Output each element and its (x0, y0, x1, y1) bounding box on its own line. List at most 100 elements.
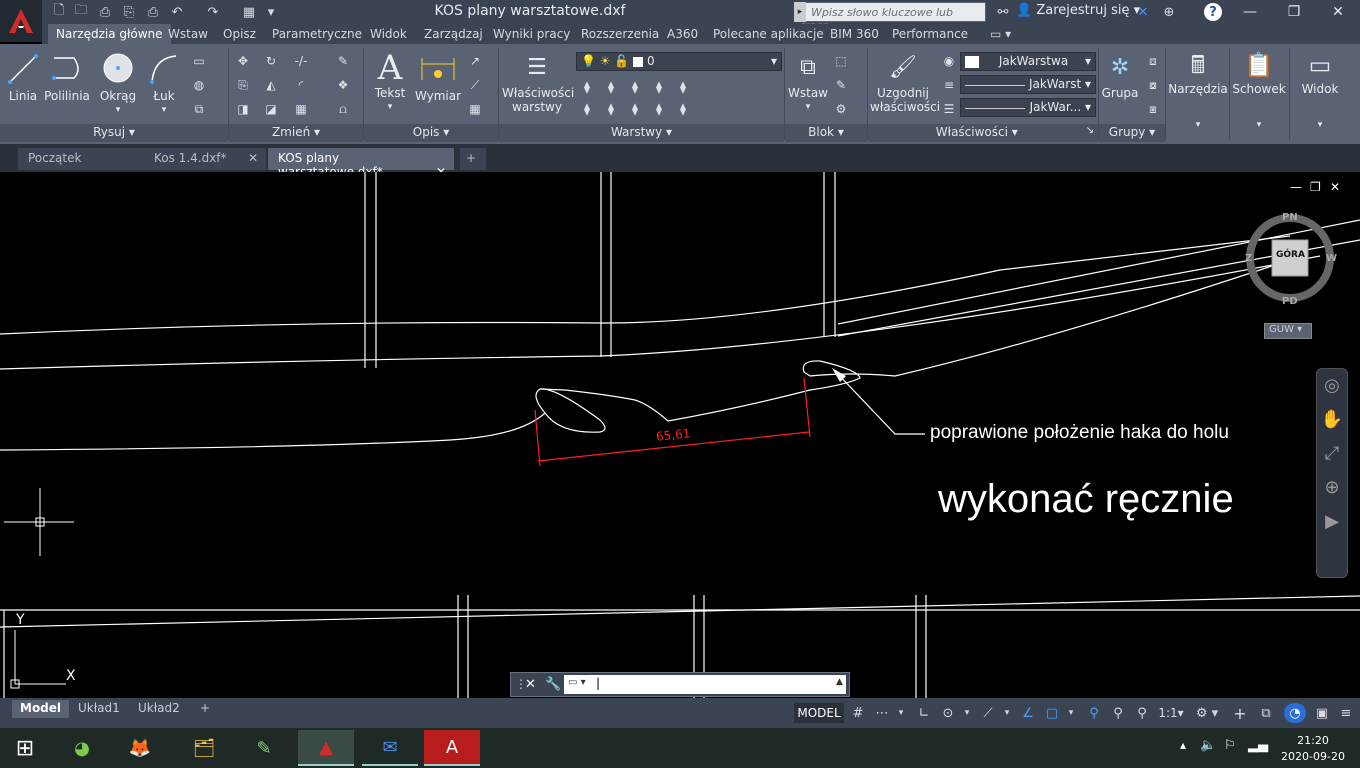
match-properties-button[interactable]: 🖌 Uzgodnij właściwości (870, 50, 940, 122)
clean-screen-icon[interactable]: ▣ (1312, 703, 1332, 723)
chevron-down-icon[interactable]: ▾ (960, 703, 974, 723)
scale-icon[interactable]: ◪ (262, 100, 280, 118)
tab-view[interactable]: Widok (370, 24, 407, 44)
group-select-icon[interactable]: ⧆ (1144, 100, 1162, 118)
rectangle-icon[interactable]: ▭ (190, 52, 208, 70)
snap-icon[interactable]: ⋯ (872, 703, 892, 723)
linetype-dropdown[interactable]: JakWarst ▾ (960, 75, 1096, 94)
new-file-icon[interactable]: 🗋 (50, 3, 68, 21)
tray-overflow-icon[interactable]: ▴ (1180, 738, 1186, 752)
layer-tool-icon[interactable]: ⧫ (674, 78, 692, 96)
tab-featured-apps[interactable]: Polecane aplikacje (713, 24, 824, 44)
object-snap-tracking-icon[interactable]: ∠ (1018, 703, 1038, 723)
panel-title-properties[interactable]: Właściwości ▾ ↘ (868, 124, 1098, 142)
panel-title-block[interactable]: Blok ▾ (785, 124, 867, 142)
grid-icon[interactable]: # (848, 703, 868, 723)
new-tab-button[interactable]: + (460, 148, 486, 170)
units-icon[interactable]: ⧉ (1256, 703, 1276, 723)
layer-tool-icon[interactable]: ⧫ (602, 100, 620, 118)
edit-block-icon[interactable]: ✎ (832, 76, 850, 94)
layer-tool-icon[interactable]: ⧫ (578, 78, 596, 96)
close-tab-icon[interactable]: ✕ (248, 151, 258, 165)
color-wheel-icon[interactable]: ◉ (940, 52, 958, 70)
workspace-icon[interactable]: ▦ (240, 3, 258, 21)
add-layout-button[interactable]: + (192, 700, 218, 718)
explode-icon[interactable]: ❖ (334, 76, 352, 94)
doc-tab-kos14[interactable]: Kos 1.4.dxf* ✕ (144, 148, 266, 170)
viewcube-top-face[interactable]: GÓRA (1276, 250, 1305, 260)
trim-icon[interactable]: -/- (292, 52, 310, 70)
layout-tab-1[interactable]: Układ1 (70, 700, 128, 718)
polyline-button[interactable]: Polilinia (44, 50, 90, 122)
doc-tab-start[interactable]: Początek (18, 148, 144, 170)
layer-properties-button[interactable]: ☰ Właściwości warstwy (502, 50, 574, 122)
customization-menu-icon[interactable]: ≡ (1336, 703, 1356, 723)
layer-dropdown[interactable]: 💡 ☀ 🔓 0 ▾ (576, 52, 782, 71)
panel-title-draw[interactable]: Rysuj ▾ (0, 124, 228, 142)
annotation-scale-icon[interactable]: ⚲ (1132, 703, 1152, 723)
utilities-button[interactable]: 🖩 Narzędzia ▾ (1168, 48, 1228, 142)
multileader-icon[interactable]: ⟋ (466, 76, 484, 94)
table-icon[interactable]: ▦ (466, 100, 484, 118)
panel-title-groups[interactable]: Grupy ▾ (1099, 124, 1165, 142)
chevron-down-icon[interactable]: ▾ (1064, 703, 1078, 723)
layer-tool-icon[interactable]: ⧫ (626, 78, 644, 96)
annotation-monitor-icon[interactable]: + (1230, 703, 1250, 723)
tab-performance[interactable]: Performance (892, 24, 968, 44)
workspace-gear-icon[interactable]: ⚙ ▾ (1192, 703, 1222, 723)
minimize-icon[interactable]: — (1228, 0, 1272, 24)
array-icon[interactable]: ▦ (292, 100, 310, 118)
tab-parametric[interactable]: Parametryczne (272, 24, 362, 44)
lineweight-dropdown[interactable]: JakWar... ▾ (960, 98, 1096, 117)
zoom-extents-icon[interactable]: ⤢ (1317, 437, 1347, 471)
scale-dropdown[interactable]: 1:1 ▾ (1156, 703, 1186, 723)
erase-icon[interactable]: ✎ (334, 52, 352, 70)
dimension-button[interactable]: Wymiar (414, 50, 462, 122)
save-as-icon[interactable]: ⎘ (120, 3, 138, 21)
linetype-icon[interactable]: ≡ (940, 76, 958, 94)
signin-button[interactable]: 👤 Zarejestruj się ▾ (1016, 3, 1140, 18)
taskbar-clock[interactable]: 21:20 2020-09-20 (1270, 733, 1356, 765)
thunderbird-app-icon[interactable]: ✉ (362, 730, 418, 766)
rotate-icon[interactable]: ↻ (262, 52, 280, 70)
open-folder-icon[interactable]: 🗀 (72, 3, 90, 21)
search-expand-icon[interactable]: ▸ (794, 2, 806, 22)
group-button[interactable]: ✲ Grupa (1100, 50, 1140, 122)
tab-manage[interactable]: Zarządzaj (424, 24, 483, 44)
network-signal-icon[interactable]: ▂▄ (1248, 738, 1268, 753)
drawing-canvas[interactable]: poprawione położenie haka do holu wykona… (0, 172, 1360, 698)
tab-a360[interactable]: A360 (667, 24, 698, 44)
view-panel-button[interactable]: ▭ Widok ▾ (1292, 48, 1348, 142)
ungroup-icon[interactable]: ⧈ (1144, 52, 1162, 70)
line-button[interactable]: Linia (6, 50, 40, 122)
wcs-dropdown[interactable]: GUW ▾ (1264, 323, 1312, 339)
lineweight-icon[interactable]: ☰ (940, 100, 958, 118)
autocad-taskbar-icon[interactable]: ▲ (298, 730, 354, 766)
panel-title-modify[interactable]: Zmień ▾ (229, 124, 363, 142)
tab-output[interactable]: Wyniki pracy (493, 24, 570, 44)
color-dropdown[interactable]: JakWarstwa ▾ (960, 52, 1096, 71)
tab-addins[interactable]: Rozszerzenia (581, 24, 659, 44)
save-icon[interactable]: ⎙ (96, 3, 114, 21)
volume-icon[interactable]: 🔈 (1200, 738, 1216, 753)
wrench-icon[interactable]: 🔧 (545, 677, 561, 692)
close-icon[interactable]: ✕ (1316, 0, 1360, 24)
network-flag-icon[interactable]: ⚐ (1224, 738, 1236, 753)
pan-hand-icon[interactable]: ✋ (1317, 403, 1347, 437)
close-icon[interactable]: ✕ (525, 677, 536, 692)
acrobat-app-icon[interactable]: A (424, 730, 480, 766)
notepad-app-icon[interactable]: ✎ (236, 730, 292, 766)
orbit-icon[interactable]: ⊕ (1317, 471, 1347, 505)
exchange-apps-icon[interactable]: ✕ (1134, 3, 1152, 21)
isolate-objects-icon[interactable]: ◔ (1284, 703, 1306, 723)
text-button[interactable]: A Tekst ▾ (370, 50, 410, 122)
tab-annotate[interactable]: Opisz (223, 24, 256, 44)
panel-title-annotation[interactable]: Opis ▾ (364, 124, 498, 142)
undo-icon[interactable]: ↶ (168, 3, 186, 21)
application-menu-button[interactable] (0, 0, 42, 42)
ortho-icon[interactable]: ∟ (914, 703, 934, 723)
a360-icon[interactable]: ⊕ (1160, 3, 1178, 21)
layer-tool-icon[interactable]: ⧫ (650, 100, 668, 118)
viewcube-south[interactable]: PD (1282, 296, 1298, 307)
hatch-icon[interactable]: ◍ (190, 76, 208, 94)
